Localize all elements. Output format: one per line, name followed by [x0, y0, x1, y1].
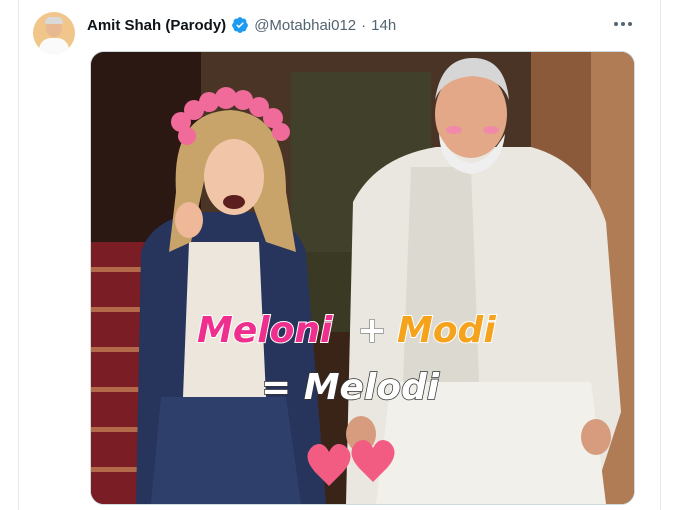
avatar[interactable] — [33, 12, 75, 54]
caption-result: = Melodi — [261, 367, 440, 408]
timeline-border-right — [660, 0, 661, 510]
user-handle[interactable]: @Motabhai012 — [254, 17, 356, 34]
caption-plus: + — [357, 310, 387, 351]
display-name[interactable]: Amit Shah (Parody) — [87, 17, 226, 34]
caption-word-meloni: Meloni — [197, 310, 333, 351]
separator-dot: · — [361, 16, 367, 34]
more-options-icon[interactable] — [611, 14, 635, 34]
tweet-header: Amit Shah (Parody) @Motabhai012 · 14h — [87, 14, 396, 36]
caption-word-modi: Modi — [397, 310, 496, 351]
tweet-timestamp[interactable]: 14h — [371, 17, 396, 34]
meme-photo: Meloni + Modi = Melodi — [91, 52, 634, 504]
tweet-media-image[interactable]: Meloni + Modi = Melodi — [90, 51, 635, 505]
verified-badge-icon — [232, 17, 249, 33]
tweet[interactable]: Amit Shah (Parody) @Motabhai012 · 14h Me… — [19, 0, 660, 510]
